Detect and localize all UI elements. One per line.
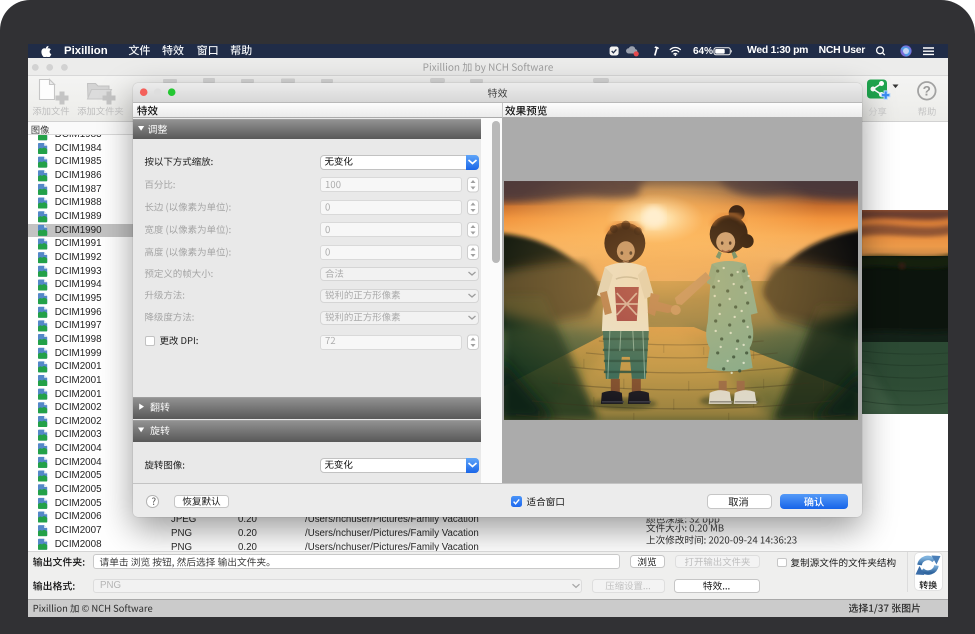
svg-text:?: ? xyxy=(923,84,931,99)
